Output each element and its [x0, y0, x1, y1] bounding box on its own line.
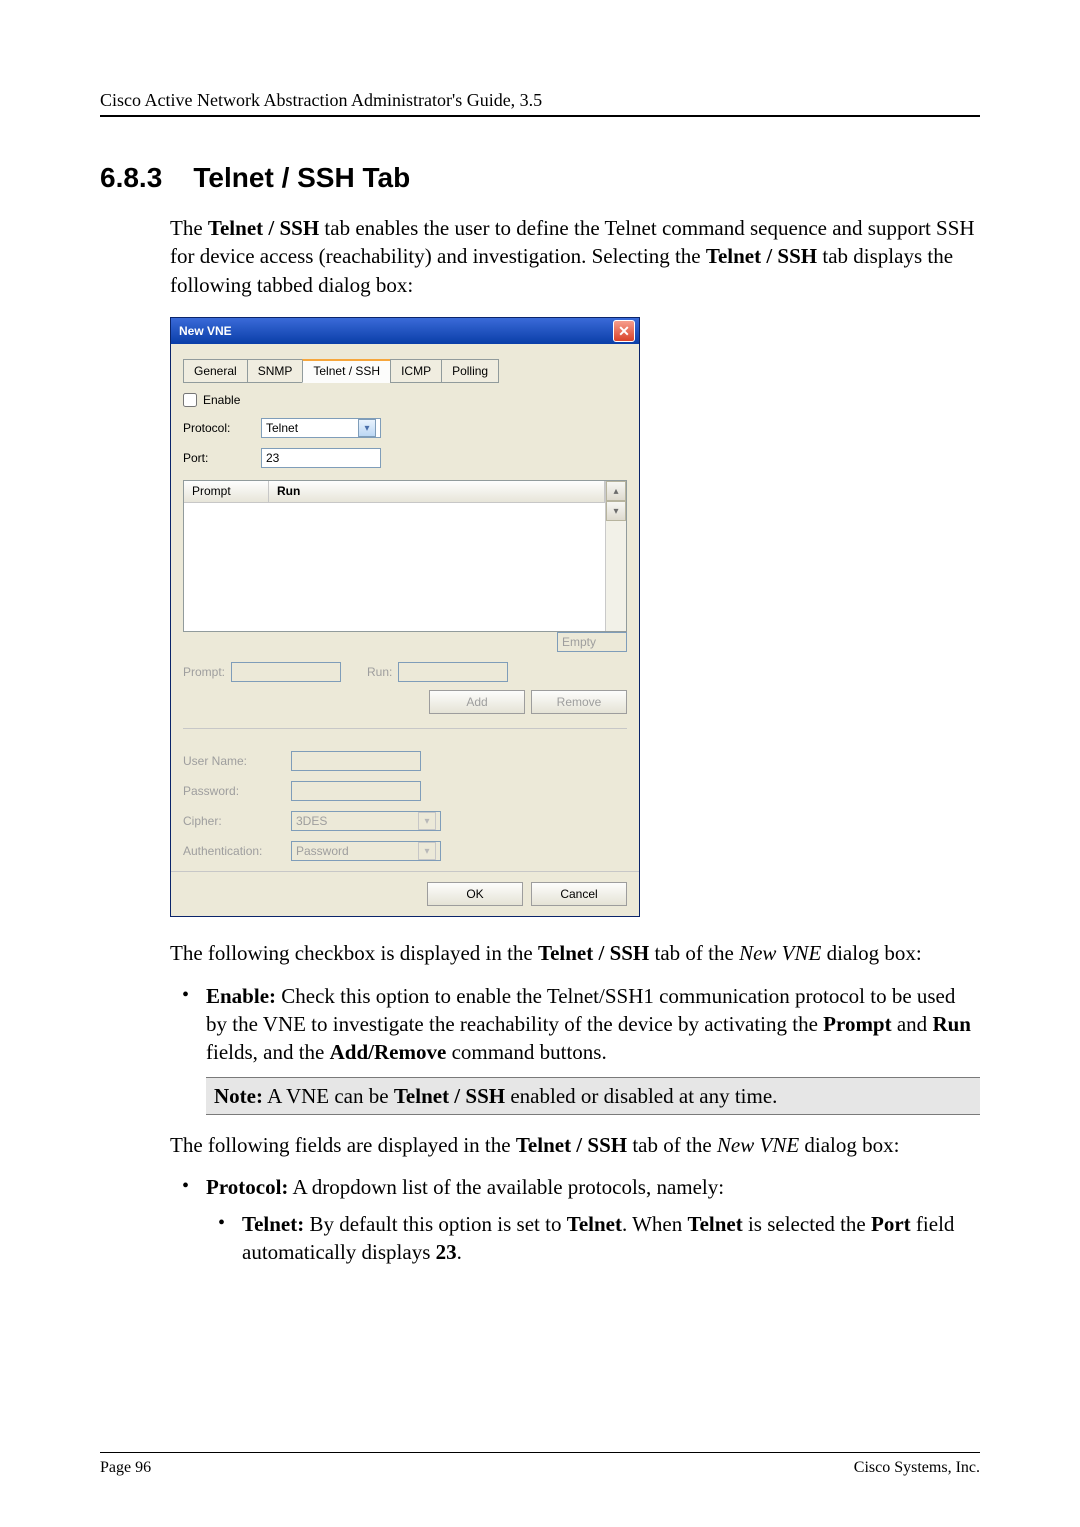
text: Run	[932, 1012, 971, 1036]
tab-icmp[interactable]: ICMP	[390, 359, 442, 383]
cancel-button[interactable]: Cancel	[531, 882, 627, 906]
text: tab of the	[649, 941, 739, 965]
password-field	[291, 781, 421, 801]
column-prompt[interactable]: Prompt	[184, 481, 269, 502]
text: New VNE	[717, 1133, 799, 1157]
running-header: Cisco Active Network Abstraction Adminis…	[100, 90, 980, 117]
text: Telnet / SSH	[394, 1084, 505, 1108]
note-box: Note: A VNE can be Telnet / SSH enabled …	[206, 1077, 980, 1115]
authentication-select: Password ▾	[291, 841, 441, 861]
text: The following checkbox is displayed in t…	[170, 941, 538, 965]
enable-checkbox[interactable]	[183, 393, 197, 407]
remove-button: Remove	[531, 690, 627, 714]
page-number: Page 96	[100, 1459, 151, 1477]
scrollbar[interactable]: ▴ ▾	[605, 481, 626, 631]
text: command buttons.	[446, 1040, 606, 1064]
port-field[interactable]: 23	[261, 448, 381, 468]
tab-snmp[interactable]: SNMP	[247, 359, 304, 383]
prompt-run-table: Prompt Run ▴ ▾	[183, 480, 627, 632]
text: Enable:	[206, 984, 276, 1008]
bullet-telnet: Telnet: By default this option is set to…	[206, 1210, 980, 1267]
authentication-label: Authentication:	[183, 843, 283, 859]
chevron-down-icon: ▾	[418, 842, 436, 860]
footer-company: Cisco Systems, Inc.	[854, 1459, 980, 1477]
text: Telnet:	[242, 1212, 304, 1236]
chevron-down-icon: ▾	[418, 812, 436, 830]
text: Prompt	[823, 1012, 891, 1036]
run-field	[398, 662, 508, 682]
section-heading: 6.8.3 Telnet / SSH Tab	[100, 162, 980, 194]
username-label: User Name:	[183, 753, 283, 769]
password-label: Password:	[183, 783, 283, 799]
section-title: Telnet / SSH Tab	[193, 162, 410, 193]
protocol-label: Protocol:	[183, 420, 253, 436]
text: fields, and the	[206, 1040, 330, 1064]
text: dialog box:	[799, 1133, 899, 1157]
scroll-up-icon[interactable]: ▴	[606, 481, 626, 501]
text: By default this option is set to	[304, 1212, 567, 1236]
tab-polling[interactable]: Polling	[441, 359, 499, 383]
text: A VNE can be	[263, 1084, 394, 1108]
prompt-field	[231, 662, 341, 682]
text: Telnet	[567, 1212, 622, 1236]
text: Telnet	[687, 1212, 742, 1236]
column-run[interactable]: Run	[269, 481, 605, 502]
page-footer: Page 96 Cisco Systems, Inc.	[100, 1452, 980, 1477]
dialog-titlebar: New VNE ✕	[171, 318, 639, 344]
text: Telnet / SSH	[516, 1133, 627, 1157]
cipher-select: 3DES ▾	[291, 811, 441, 831]
protocol-select[interactable]: Telnet ▾	[261, 418, 381, 438]
new-vne-dialog: New VNE ✕ General SNMP Telnet / SSH ICMP…	[170, 317, 640, 917]
text: is selected the	[743, 1212, 871, 1236]
cipher-label: Cipher:	[183, 813, 283, 829]
paragraph: The following fields are displayed in th…	[170, 1131, 980, 1159]
prompt-field-label: Prompt:	[183, 664, 225, 680]
text: The following fields are displayed in th…	[170, 1133, 516, 1157]
section-number: 6.8.3	[100, 162, 162, 193]
text: tab of the	[627, 1133, 717, 1157]
text: Protocol:	[206, 1175, 288, 1199]
text: Telnet / SSH	[706, 244, 817, 268]
text: 23	[436, 1240, 457, 1264]
port-value: 23	[266, 450, 279, 466]
add-button: Add	[429, 690, 525, 714]
username-field	[291, 751, 421, 771]
intro-paragraph: The Telnet / SSH tab enables the user to…	[170, 214, 980, 299]
run-field-label: Run:	[367, 664, 392, 680]
text: A dropdown list of the available protoco…	[288, 1175, 724, 1199]
protocol-value: Telnet	[266, 420, 298, 436]
tab-strip: General SNMP Telnet / SSH ICMP Polling	[183, 358, 627, 382]
text: .	[457, 1240, 462, 1264]
text: . When	[622, 1212, 688, 1236]
enable-label: Enable	[203, 392, 240, 408]
text: Add/Remove	[330, 1040, 447, 1064]
bullet-protocol: Protocol: A dropdown list of the availab…	[170, 1173, 980, 1266]
tab-telnet-ssh[interactable]: Telnet / SSH	[302, 359, 391, 383]
empty-indicator: Empty	[557, 632, 627, 652]
text: Port	[871, 1212, 911, 1236]
scroll-down-icon[interactable]: ▾	[606, 501, 626, 521]
text: and	[892, 1012, 933, 1036]
tab-general[interactable]: General	[183, 359, 248, 383]
text: enabled or disabled at any time.	[505, 1084, 777, 1108]
text: Note:	[214, 1084, 263, 1108]
text: Telnet / SSH	[538, 941, 649, 965]
paragraph: The following checkbox is displayed in t…	[170, 939, 980, 967]
ok-button[interactable]: OK	[427, 882, 523, 906]
text: Telnet / SSH	[208, 216, 319, 240]
bullet-enable: Enable: Check this option to enable the …	[170, 982, 980, 1067]
chevron-down-icon: ▾	[358, 419, 376, 437]
text: The	[170, 216, 208, 240]
dialog-title: New VNE	[179, 323, 232, 339]
cipher-value: 3DES	[296, 813, 327, 829]
authentication-value: Password	[296, 843, 349, 859]
text: New VNE	[739, 941, 821, 965]
port-label: Port:	[183, 450, 253, 466]
close-icon[interactable]: ✕	[613, 320, 635, 342]
text: dialog box:	[821, 941, 921, 965]
